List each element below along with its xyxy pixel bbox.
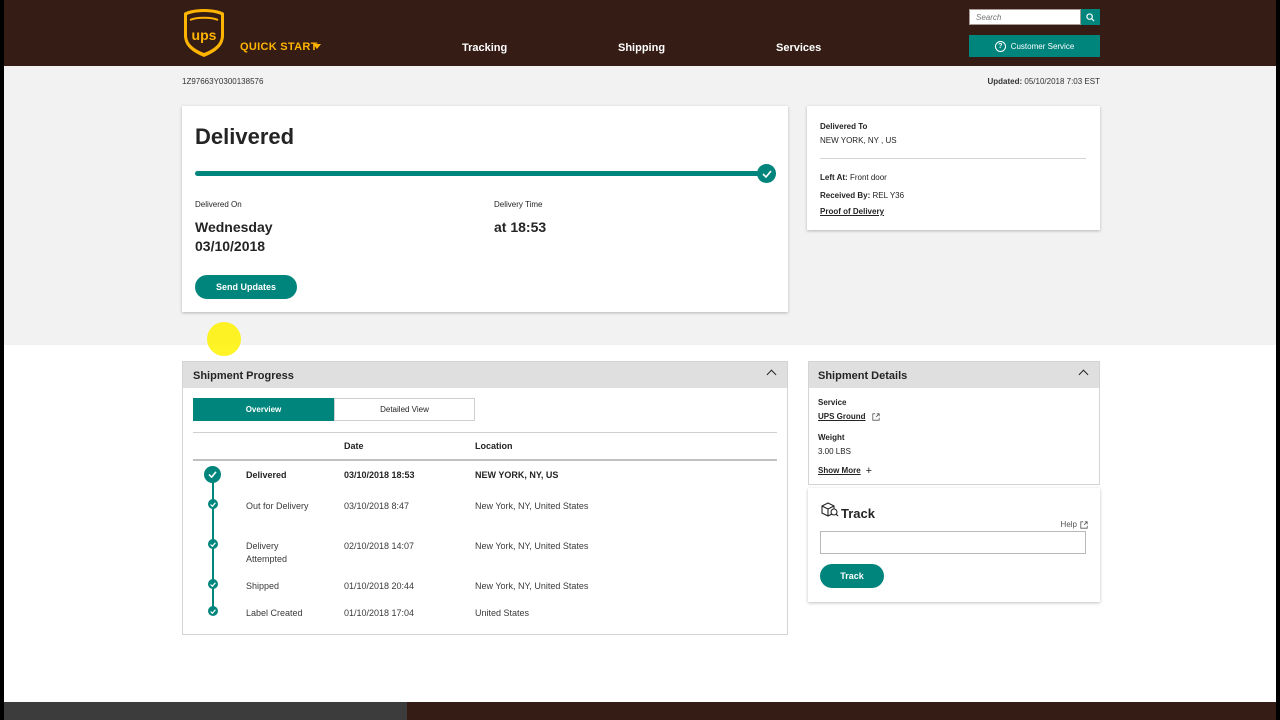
tracking-number: 1Z97663Y0300138576 xyxy=(182,77,264,86)
track-button[interactable]: Track xyxy=(820,564,884,588)
activity-cell: Delivered xyxy=(246,470,287,480)
activity-cell: Delivery Attempted xyxy=(246,541,288,564)
location-cell: New York, NY, United States xyxy=(475,541,589,551)
delivery-time-label: Delivery Time xyxy=(494,200,543,209)
activity-cell: Label Created xyxy=(246,608,303,618)
delivery-destination-card: Delivered To NEW YORK, NY , US Left At: … xyxy=(807,106,1100,230)
nav-shipping[interactable]: Shipping xyxy=(618,42,665,54)
search-icon xyxy=(1086,12,1095,22)
check-icon xyxy=(204,466,221,483)
window-edge-left xyxy=(0,0,4,720)
shipment-progress-title: Shipment Progress xyxy=(193,370,294,382)
delivery-progress-bar xyxy=(195,171,770,176)
track-title: Track xyxy=(841,506,875,521)
svg-text:ups: ups xyxy=(192,27,217,43)
date-cell: 03/10/2018 8:47 xyxy=(344,501,410,511)
activity-cell: Shipped xyxy=(246,581,280,591)
shipment-progress-panel: Shipment Progress Overview Detailed View… xyxy=(182,361,788,635)
show-more-row[interactable]: Show More + xyxy=(818,465,872,476)
delivered-on-date: 03/10/2018 xyxy=(195,238,266,254)
table-header-rule xyxy=(193,459,777,461)
plus-icon[interactable]: + xyxy=(866,465,872,476)
proof-of-delivery-link[interactable]: Proof of Delivery xyxy=(820,207,884,216)
site-header: ups QUICK START Tracking Shipping Servic… xyxy=(0,0,1280,66)
date-cell: 01/10/2018 20:44 xyxy=(344,581,415,591)
delivered-to-value: NEW YORK, NY , US xyxy=(820,136,897,145)
tracking-number-input[interactable] xyxy=(820,531,1086,554)
check-icon xyxy=(208,499,218,509)
received-by-value: REL Y36 xyxy=(872,191,905,200)
weight-value: 3.00 LBS xyxy=(818,447,851,456)
delivered-to-label: Delivered To xyxy=(820,122,868,131)
chevron-down-icon[interactable] xyxy=(313,44,321,49)
shipment-progress-header[interactable]: Shipment Progress xyxy=(183,362,787,388)
table-top-rule xyxy=(193,432,777,433)
customer-service-label: Customer Service xyxy=(1010,41,1075,51)
quick-start-menu[interactable]: QUICK START xyxy=(240,41,318,53)
check-icon xyxy=(208,606,218,616)
check-icon xyxy=(208,579,218,589)
footer-bar-right xyxy=(407,702,1280,720)
chevron-up-icon[interactable] xyxy=(766,369,777,380)
nav-services[interactable]: Services xyxy=(776,42,821,54)
weight-label: Weight xyxy=(818,433,845,442)
external-link-icon[interactable] xyxy=(871,412,880,421)
chevron-up-icon[interactable] xyxy=(1078,369,1089,380)
service-label: Service xyxy=(818,398,847,407)
activity-cell: Out for Delivery xyxy=(246,501,309,511)
delivery-status-card: Delivered Delivered On Wednesday 03/10/2… xyxy=(182,106,788,312)
updated-timestamp: Updated: 05/10/2018 7:03 EST xyxy=(987,77,1100,86)
divider xyxy=(820,158,1086,159)
customer-service-button[interactable]: ? Customer Service xyxy=(969,35,1100,57)
help-label: Help xyxy=(1060,520,1077,529)
status-title: Delivered xyxy=(195,124,295,149)
column-header-date: Date xyxy=(344,441,364,451)
delivery-time-value: at 18:53 xyxy=(494,219,547,235)
shipment-details-header[interactable]: Shipment Details xyxy=(809,362,1099,388)
delivery-progress-fill xyxy=(195,171,770,176)
search-input[interactable] xyxy=(969,9,1081,25)
tab-overview[interactable]: Overview xyxy=(193,398,334,421)
send-updates-button[interactable]: Send Updates xyxy=(195,275,297,299)
delivered-on-label: Delivered On xyxy=(195,200,242,209)
search-button[interactable] xyxy=(1081,9,1100,25)
delivered-on-day: Wednesday xyxy=(195,219,273,235)
nav-tracking[interactable]: Tracking xyxy=(462,42,507,54)
left-at-value: Front door xyxy=(849,173,887,182)
shipment-details-title: Shipment Details xyxy=(818,370,908,382)
cursor-highlight xyxy=(207,322,241,356)
tab-detailed-view[interactable]: Detailed View xyxy=(334,398,475,421)
service-row: UPS Ground xyxy=(818,412,880,421)
show-more-link[interactable]: Show More xyxy=(818,466,861,475)
date-cell: 01/10/2018 17:04 xyxy=(344,608,415,618)
check-icon xyxy=(208,539,218,549)
updated-label: Updated: xyxy=(987,77,1023,86)
location-cell: United States xyxy=(475,608,530,618)
location-cell: NEW YORK, NY, US xyxy=(475,470,559,480)
footer-bar-left xyxy=(0,702,407,720)
location-cell: New York, NY, United States xyxy=(475,501,589,511)
shipment-details-panel: Shipment Details Service UPS Ground Weig… xyxy=(808,361,1100,485)
track-card: Track Help Track xyxy=(808,488,1100,602)
location-cell: New York, NY, United States xyxy=(475,581,589,591)
column-header-location: Location xyxy=(475,441,513,451)
date-cell: 02/10/2018 14:07 xyxy=(344,541,415,551)
help-circle-icon: ? xyxy=(994,40,1006,52)
left-at-row: Left At: Front door xyxy=(820,173,887,182)
help-link[interactable]: Help xyxy=(1061,520,1088,529)
external-link-icon xyxy=(1080,520,1088,529)
received-by-label: Received By: xyxy=(820,191,871,200)
left-at-label: Left At: xyxy=(820,173,848,182)
service-link[interactable]: UPS Ground xyxy=(818,412,866,421)
date-cell: 03/10/2018 18:53 xyxy=(344,470,415,480)
window-edge-right xyxy=(1276,0,1280,720)
ups-logo[interactable]: ups xyxy=(182,8,226,58)
updated-value: 05/10/2018 7:03 EST xyxy=(1024,77,1100,86)
package-search-icon xyxy=(821,502,839,517)
check-icon xyxy=(757,164,776,183)
received-by-row: Received By: REL Y36 xyxy=(820,191,904,200)
